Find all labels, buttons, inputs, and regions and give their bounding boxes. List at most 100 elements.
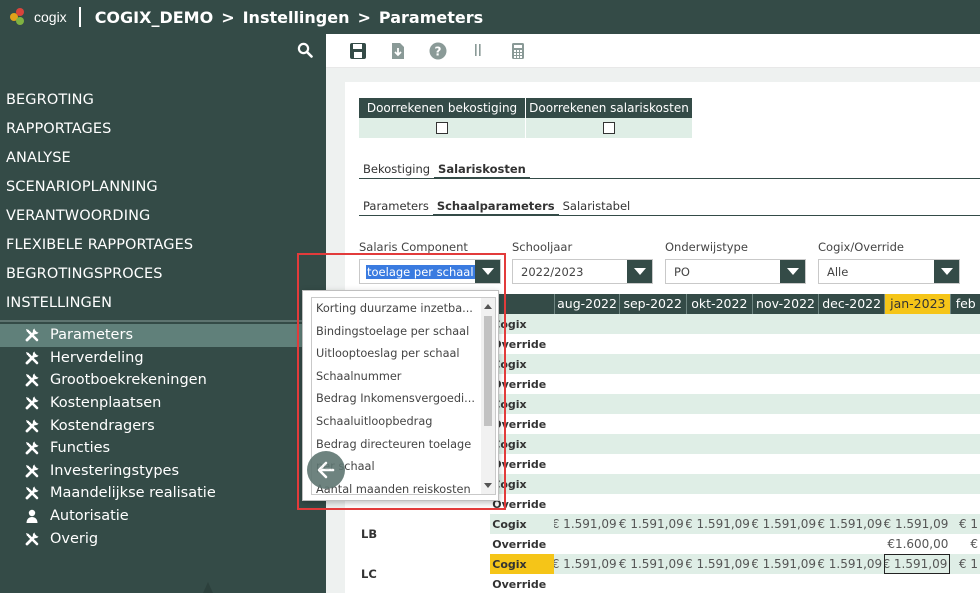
recalc-salariskosten-checkbox[interactable] (603, 122, 615, 134)
sidebar-subitem-herverdeling[interactable]: Herverdeling (0, 347, 326, 370)
grid-cell[interactable] (554, 374, 619, 394)
grid-cell[interactable] (685, 534, 752, 554)
grid-cell[interactable] (554, 414, 619, 434)
sidebar-subitem-kostendragers[interactable]: Kostendragers (0, 414, 326, 437)
grid-cell[interactable] (554, 454, 619, 474)
tab-bekostiging[interactable]: Bekostiging (359, 161, 434, 179)
grid-cell[interactable] (818, 534, 885, 554)
grid-cell[interactable] (618, 474, 686, 494)
grid-cell[interactable] (751, 494, 819, 514)
grid-cell[interactable] (554, 534, 619, 554)
save-button[interactable] (338, 36, 378, 66)
grid-column-header[interactable]: jan-2023 (884, 294, 951, 314)
grid-cell[interactable] (950, 394, 980, 414)
grid-cell[interactable] (884, 354, 951, 374)
grid-cell[interactable] (950, 494, 980, 514)
grid-cell[interactable]: € 1.591,09 (618, 514, 686, 534)
grid-cell[interactable] (818, 434, 885, 454)
sidebar-subitem-parameters[interactable]: Parameters (0, 324, 326, 347)
grid-cell[interactable] (884, 314, 951, 334)
logo[interactable]: cogix (10, 8, 67, 26)
grid-cell[interactable] (618, 534, 686, 554)
grid-cell[interactable] (685, 434, 752, 454)
grid-cell[interactable] (685, 494, 752, 514)
grid-cell[interactable] (751, 474, 819, 494)
grid-column-header[interactable]: feb (950, 294, 980, 314)
grid-column-header[interactable]: nov-2022 (751, 294, 819, 314)
grid-cell[interactable] (751, 574, 819, 593)
grid-cell[interactable] (751, 314, 819, 334)
breadcrumb-item-company[interactable]: COGIX_DEMO (95, 8, 214, 27)
grid-cell[interactable]: €1.600,00 (884, 534, 951, 554)
grid-cell[interactable] (950, 354, 980, 374)
sidebar-subitem-functies[interactable]: Functies (0, 437, 326, 460)
grid-cell[interactable] (950, 374, 980, 394)
grid-cell[interactable] (554, 354, 619, 374)
tab-salaristabel[interactable]: Salaristabel (559, 198, 635, 216)
grid-cell[interactable]: € 1.591,09 (685, 514, 752, 534)
grid-cell[interactable]: € 1.591,09 (751, 514, 819, 534)
grid-cell[interactable] (618, 434, 686, 454)
grid-cell[interactable] (618, 574, 686, 593)
grid-cell[interactable] (618, 494, 686, 514)
breadcrumb-item-settings[interactable]: Instellingen (243, 8, 350, 27)
grid-cell[interactable] (884, 394, 951, 414)
grid-cell[interactable] (618, 454, 686, 474)
tab-schaalparameters[interactable]: Schaalparameters (432, 198, 559, 216)
recalc-bekostiging-checkbox[interactable] (436, 122, 448, 134)
grid-cell[interactable] (618, 334, 686, 354)
grid-cell[interactable] (950, 334, 980, 354)
grid-cell[interactable]: € 1.591,09 (884, 514, 951, 534)
grid-cell[interactable] (818, 314, 885, 334)
grid-cell[interactable] (950, 414, 980, 434)
grid-cell[interactable] (685, 334, 752, 354)
grid-cell[interactable]: € 1.591,09 (751, 554, 819, 574)
tab-salariskosten[interactable]: Salariskosten (434, 161, 530, 179)
help-button[interactable]: ? (418, 36, 458, 66)
grid-cell[interactable] (618, 414, 686, 434)
grid-cell[interactable]: € 1.591,09 (818, 554, 885, 574)
grid-cell[interactable] (884, 474, 951, 494)
sidebar-subitem-maandelijkse-realisatie[interactable]: Maandelijkse realisatie (0, 482, 326, 505)
grid-cell[interactable]: € 1 (950, 554, 980, 574)
grid-cell[interactable] (884, 494, 951, 514)
grid-column-header[interactable]: okt-2022 (685, 294, 752, 314)
chevron-down-icon[interactable] (780, 260, 805, 283)
grid-cell[interactable] (950, 574, 980, 593)
grid-cell[interactable] (618, 394, 686, 414)
search-icon[interactable] (297, 42, 313, 63)
chevron-down-icon[interactable] (627, 260, 652, 283)
grid-cell[interactable] (685, 414, 752, 434)
grid-cell[interactable] (884, 434, 951, 454)
grid-cell[interactable] (554, 434, 619, 454)
grid-column-header[interactable]: dec-2022 (818, 294, 885, 314)
grid-cell[interactable] (685, 314, 752, 334)
grid-cell[interactable] (685, 454, 752, 474)
sidebar-item-verantwoording[interactable]: VERANTWOORDING (0, 202, 326, 231)
grid-cell[interactable]: € 1.591,09 (818, 514, 885, 534)
grid-cell[interactable] (818, 454, 885, 474)
sidebar-item-begrotingsproces[interactable]: BEGROTINGSPROCES (0, 260, 326, 289)
chevron-down-icon[interactable] (934, 260, 959, 283)
sidebar-item-begroting[interactable]: BEGROTING (0, 86, 326, 115)
grid-cell[interactable] (618, 314, 686, 334)
grid-cell[interactable] (751, 334, 819, 354)
cogix-override-select[interactable]: Alle (818, 259, 960, 284)
grid-cell[interactable] (554, 394, 619, 414)
sidebar-subitem-grootboekrekeningen[interactable]: Grootboekrekeningen (0, 369, 326, 392)
grid-cell[interactable] (618, 374, 686, 394)
grid-cell[interactable] (950, 314, 980, 334)
onderwijstype-select[interactable]: PO (665, 259, 806, 284)
grid-cell[interactable] (751, 454, 819, 474)
grid-cell[interactable] (751, 414, 819, 434)
sidebar-item-rapportages[interactable]: RAPPORTAGES (0, 115, 326, 144)
grid-cell[interactable] (685, 574, 752, 593)
grid-cell[interactable] (950, 454, 980, 474)
grid-cell[interactable] (685, 354, 752, 374)
grid-cell[interactable] (884, 334, 951, 354)
grid-column-header[interactable]: sep-2022 (618, 294, 686, 314)
grid-cell[interactable] (554, 474, 619, 494)
grid-cell[interactable] (950, 474, 980, 494)
grid-cell[interactable] (554, 574, 619, 593)
sidebar-subitem-investeringstypes[interactable]: Investeringstypes (0, 460, 326, 483)
